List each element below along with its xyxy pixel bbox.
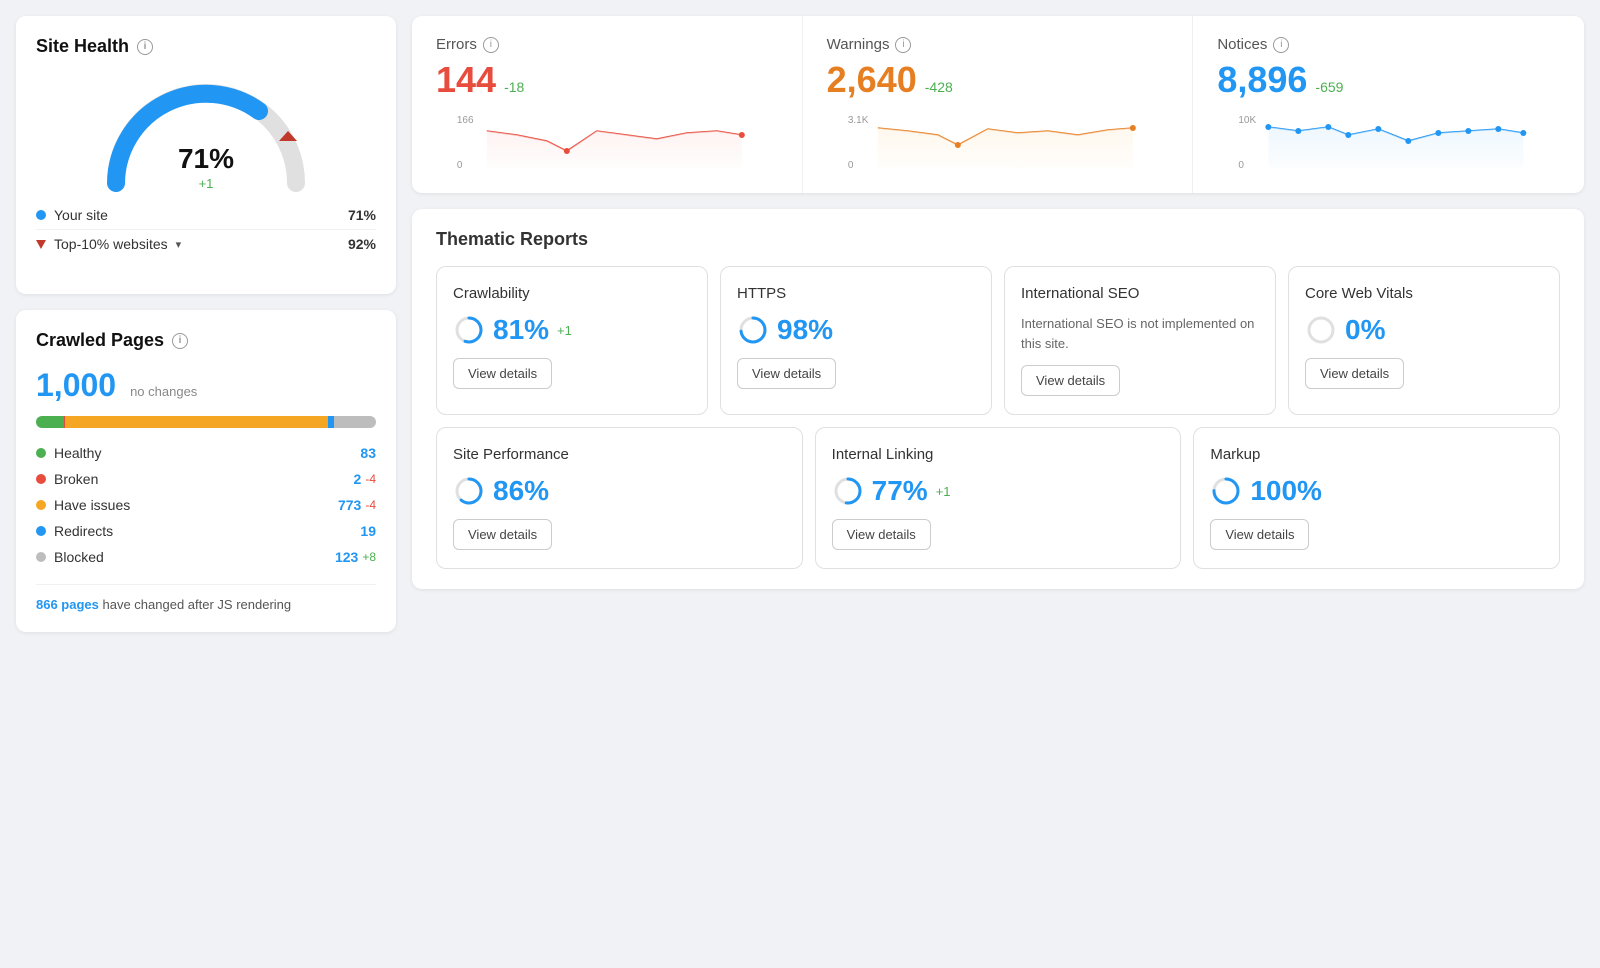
pages-note: 866 pages have changed after JS renderin… (36, 584, 376, 612)
report-cwv: Core Web Vitals 0% View details (1288, 266, 1560, 415)
https-circle-icon (737, 314, 769, 346)
crawled-pages-card: Crawled Pages i 1,000 no changes Healthy (16, 310, 396, 632)
https-view-details-button[interactable]: View details (737, 358, 836, 389)
gauge-chart: 71% +1 (96, 73, 316, 193)
site-health-title: Site Health i (36, 36, 376, 57)
svg-text:0: 0 (457, 160, 463, 171)
dropdown-arrow-icon[interactable]: ▾ (176, 238, 182, 251)
crawled-pages-title: Crawled Pages i (36, 330, 376, 351)
cwv-circle-icon (1305, 314, 1337, 346)
warnings-change: -428 (925, 79, 953, 95)
crawl-row-redirects: Redirects 19 (36, 518, 376, 544)
bar-blocked (334, 416, 376, 428)
warnings-card: Warnings i 2,640 -428 (803, 16, 1194, 193)
legend-row-top10: Top-10% websites ▾ 92% (36, 229, 376, 258)
legend-row-site: Your site 71% (36, 201, 376, 229)
notices-change: -659 (1315, 79, 1343, 95)
errors-label: Errors i (436, 36, 778, 53)
warnings-info-icon[interactable]: i (895, 37, 911, 53)
internal-linking-view-details-button[interactable]: View details (832, 519, 931, 550)
svg-text:166: 166 (457, 115, 474, 126)
warnings-sparkline: 3.1K 0 (827, 113, 1169, 173)
report-markup: Markup 100% View details (1193, 427, 1560, 569)
warnings-number: 2,640 (827, 59, 917, 101)
crawlability-view-details-button[interactable]: View details (453, 358, 552, 389)
thematic-reports-card: Thematic Reports Crawlability 81% +1 Vie… (412, 209, 1584, 589)
errors-number-row: 144 -18 (436, 59, 778, 101)
crawled-legend: Healthy 83 Broken 2 -4 (36, 440, 376, 570)
internal-linking-circle-icon (832, 475, 864, 507)
top10-triangle (36, 240, 46, 249)
gauge-legend: Your site 71% Top-10% websites ▾ 92% (36, 201, 376, 258)
reports-top-grid: Crawlability 81% +1 View details HTTPS (436, 266, 1560, 415)
notices-number-row: 8,896 -659 (1217, 59, 1560, 101)
report-internal-linking: Internal Linking 77% +1 View details (815, 427, 1182, 569)
crawled-progress-bar (36, 416, 376, 428)
site-health-info-icon[interactable]: i (137, 39, 153, 55)
warnings-number-row: 2,640 -428 (827, 59, 1169, 101)
notices-number: 8,896 (1217, 59, 1307, 101)
svg-text:0: 0 (847, 160, 853, 171)
crawl-row-issues: Have issues 773 -4 (36, 492, 376, 518)
gauge-container: 71% +1 Your site 71% (36, 73, 376, 258)
site-performance-circle-icon (453, 475, 485, 507)
errors-change: -18 (504, 79, 524, 95)
notices-card: Notices i 8,896 -659 (1193, 16, 1584, 193)
markup-view-details-button[interactable]: View details (1210, 519, 1309, 550)
notices-info-icon[interactable]: i (1273, 37, 1289, 53)
svg-text:0: 0 (1239, 160, 1245, 171)
errors-sparkline: 166 0 (436, 113, 778, 173)
svg-text:3.1K: 3.1K (847, 115, 868, 126)
crawlability-circle-icon (453, 314, 485, 346)
bar-healthy (36, 416, 64, 428)
stats-row: Errors i 144 -18 166 (412, 16, 1584, 193)
errors-card: Errors i 144 -18 166 (412, 16, 803, 193)
report-intl-seo: International SEO International SEO is n… (1004, 266, 1276, 415)
notices-sparkline: 10K 0 (1217, 113, 1560, 173)
svg-text:10K: 10K (1239, 115, 1257, 126)
reports-bottom-grid: Site Performance 86% View details Intern… (436, 427, 1560, 569)
pages-note-link[interactable]: 866 pages (36, 597, 99, 612)
errors-info-icon[interactable]: i (483, 37, 499, 53)
thematic-reports-title: Thematic Reports (436, 229, 1560, 250)
report-https: HTTPS 98% View details (720, 266, 992, 415)
site-dot (36, 210, 46, 220)
crawl-row-broken: Broken 2 -4 (36, 466, 376, 492)
crawled-count: 1,000 (36, 367, 116, 404)
crawled-no-changes: no changes (130, 384, 197, 399)
intl-seo-view-details-button[interactable]: View details (1021, 365, 1120, 396)
site-health-card: Site Health i 71% +1 (16, 16, 396, 294)
report-site-performance: Site Performance 86% View details (436, 427, 803, 569)
report-crawlability: Crawlability 81% +1 View details (436, 266, 708, 415)
crawled-pages-info-icon[interactable]: i (172, 333, 188, 349)
errors-number: 144 (436, 59, 496, 101)
cwv-view-details-button[interactable]: View details (1305, 358, 1404, 389)
warnings-label: Warnings i (827, 36, 1169, 53)
markup-circle-icon (1210, 475, 1242, 507)
bar-have-issues (65, 416, 328, 428)
gauge-label: 71% +1 (178, 143, 234, 193)
notices-label: Notices i (1217, 36, 1560, 53)
site-performance-view-details-button[interactable]: View details (453, 519, 552, 550)
crawl-row-healthy: Healthy 83 (36, 440, 376, 466)
crawl-row-blocked: Blocked 123 +8 (36, 544, 376, 570)
